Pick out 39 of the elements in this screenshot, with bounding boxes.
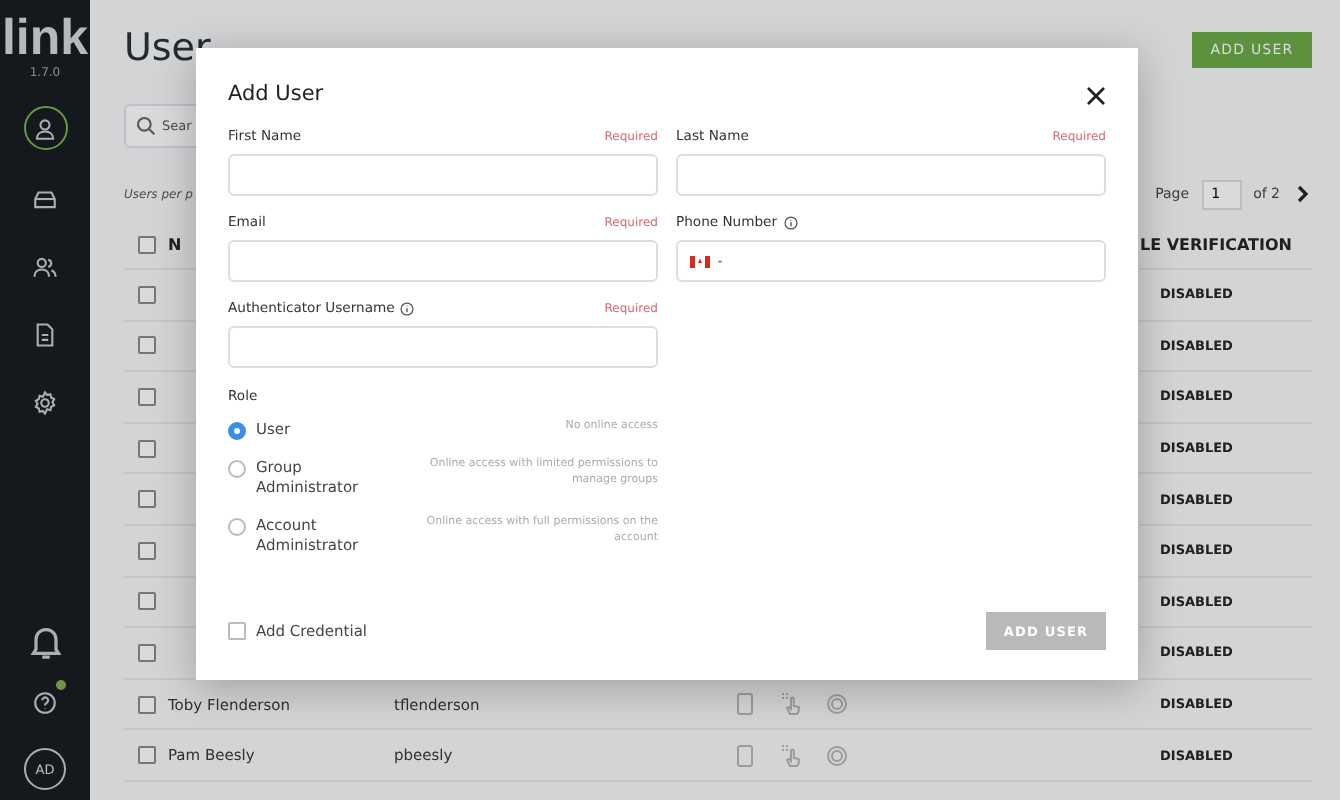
close-button[interactable]: [1084, 82, 1108, 106]
info-icon[interactable]: [400, 301, 415, 315]
input-field[interactable]: [228, 326, 658, 368]
input-field[interactable]: [676, 154, 1106, 196]
info-icon[interactable]: [783, 215, 798, 229]
row-checkbox[interactable]: [138, 490, 156, 509]
fingerprint-icon: [826, 743, 848, 768]
caret-icon[interactable]: [716, 257, 724, 265]
row-checkbox[interactable]: [138, 541, 156, 560]
next-page-icon[interactable]: [1292, 184, 1312, 204]
hand-icon: [780, 743, 802, 768]
select-all-checkbox[interactable]: [138, 235, 156, 253]
phone-field[interactable]: [676, 240, 1106, 282]
row-checkbox[interactable]: [138, 746, 156, 765]
radio-button[interactable]: [228, 422, 246, 440]
bell-icon[interactable]: [25, 622, 65, 662]
row-checkbox[interactable]: [138, 643, 156, 662]
input-field[interactable]: [228, 240, 658, 282]
radio-button[interactable]: [228, 518, 246, 536]
row-checkbox[interactable]: [138, 387, 156, 406]
row-checkbox[interactable]: [138, 439, 156, 458]
column-header: LE VERIFICATION: [1140, 235, 1294, 253]
hand-icon: [780, 692, 802, 717]
row-checkbox[interactable]: [138, 695, 156, 714]
search-icon: [136, 116, 156, 136]
user-icon[interactable]: [23, 106, 67, 150]
phone-icon: [734, 743, 756, 768]
add-credential-checkbox[interactable]: [228, 622, 246, 640]
dialog-title: Add User: [228, 82, 324, 106]
column-header: N: [168, 235, 184, 253]
flag-icon: [690, 255, 710, 267]
input-field[interactable]: [228, 154, 658, 196]
fingerprint-icon: [826, 692, 848, 717]
phone-icon: [734, 692, 756, 717]
radio-button[interactable]: [228, 460, 246, 478]
logo: link: [1, 14, 89, 64]
row-checkbox[interactable]: [138, 285, 156, 304]
row-checkbox[interactable]: [138, 336, 156, 355]
row-checkbox[interactable]: [138, 592, 156, 611]
